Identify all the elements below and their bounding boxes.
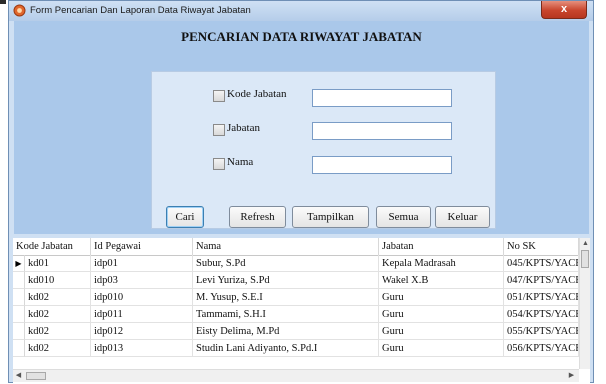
cell-nama[interactable]: M. Yusup, S.E.I [193, 289, 379, 306]
app-icon [13, 4, 26, 17]
column-header-jabatan[interactable]: Jabatan [379, 238, 504, 255]
cell-jabatan[interactable]: Guru [379, 289, 504, 306]
cell-nama[interactable]: Tammami, S.H.I [193, 306, 379, 323]
column-header-no-sk[interactable]: No SK [504, 238, 579, 255]
results-grid: Kode Jabatan Id Pegawai Nama Jabatan No … [13, 238, 590, 384]
horizontal-scrollbar[interactable]: ◀ ▶ [13, 369, 579, 382]
cell-nama[interactable]: Studin Lani Adiyanto, S.Pd.I [193, 340, 379, 357]
title-bar: Form Pencarian Dan Laporan Data Riwayat … [9, 1, 593, 21]
kode-jabatan-input[interactable] [312, 89, 452, 107]
table-row[interactable]: kd02 idp012 Eisty Delima, M.Pd Guru 055/KPTS… [13, 323, 579, 340]
kode-jabatan-label: Kode Jabatan [227, 88, 287, 100]
cell-no-sk[interactable]: 054/KPTS/YACB [504, 306, 579, 323]
row-header[interactable] [13, 323, 25, 340]
cell-jabatan[interactable]: Guru [379, 306, 504, 323]
vertical-scroll-thumb[interactable] [581, 250, 589, 268]
horizontal-scroll-thumb[interactable] [26, 372, 46, 380]
row-header[interactable] [13, 306, 25, 323]
table-row[interactable]: kd02 idp010 M. Yusup, S.E.I Guru 051/KPTS/YA… [13, 289, 579, 306]
cell-kode-jabatan[interactable]: kd02 [25, 289, 91, 306]
table-row[interactable]: kd01 idp01 Subur, S.Pd Kepala Madrasah 045/K… [13, 255, 579, 272]
cell-nama[interactable]: Subur, S.Pd [193, 255, 379, 272]
scroll-up-icon[interactable]: ▲ [580, 239, 590, 247]
page-title: PENCARIAN DATA RIWAYAT JABATAN [181, 29, 422, 44]
cell-id-pegawai[interactable]: idp012 [91, 323, 193, 340]
table-row[interactable]: kd010 idp03 Levi Yuriza, S.Pd Wakel X.B 047/… [13, 272, 579, 289]
semua-button[interactable]: Semua [376, 206, 431, 228]
cell-id-pegawai[interactable]: idp010 [91, 289, 193, 306]
cell-id-pegawai[interactable]: idp011 [91, 306, 193, 323]
cell-jabatan[interactable]: Guru [379, 323, 504, 340]
cell-jabatan[interactable]: Kepala Madrasah [379, 255, 504, 272]
cell-nama[interactable]: Levi Yuriza, S.Pd [193, 272, 379, 289]
cell-kode-jabatan[interactable]: kd01 [25, 255, 91, 272]
form-window: Form Pencarian Dan Laporan Data Riwayat … [8, 0, 594, 384]
scroll-right-icon[interactable]: ▶ [567, 371, 576, 379]
grid-header: Kode Jabatan Id Pegawai Nama Jabatan No … [13, 238, 590, 256]
cell-jabatan[interactable]: Guru [379, 340, 504, 357]
kode-jabatan-checkbox[interactable] [213, 90, 225, 102]
cell-no-sk[interactable]: 047/KPTS/YACB [504, 272, 579, 289]
screen-edge-artifact [0, 0, 6, 4]
cell-id-pegawai[interactable]: idp01 [91, 255, 193, 272]
cell-no-sk[interactable]: 045/KPTS/YACB [504, 255, 579, 272]
cell-kode-jabatan[interactable]: kd02 [25, 306, 91, 323]
vertical-scrollbar[interactable]: ▲ [579, 238, 590, 369]
nama-input[interactable] [312, 156, 452, 174]
search-criteria-panel: Kode Jabatan Jabatan Nama Cari Refresh T… [151, 71, 496, 229]
scroll-left-icon[interactable]: ◀ [14, 371, 23, 379]
table-row[interactable]: kd02 idp013 Studin Lani Adiyanto, S.Pd.I Gu… [13, 340, 579, 357]
cell-no-sk[interactable]: 055/KPTS/YACB [504, 323, 579, 340]
column-header-kode-jabatan[interactable]: Kode Jabatan [13, 238, 91, 255]
nama-label: Nama [227, 156, 254, 168]
jabatan-input[interactable] [312, 122, 452, 140]
refresh-button[interactable]: Refresh [229, 206, 286, 228]
column-header-id-pegawai[interactable]: Id Pegawai [91, 238, 193, 255]
keluar-button[interactable]: Keluar [435, 206, 490, 228]
row-header[interactable] [13, 272, 25, 289]
cell-jabatan[interactable]: Wakel X.B [379, 272, 504, 289]
cell-kode-jabatan[interactable]: kd010 [25, 272, 91, 289]
current-row-indicator-icon[interactable]: ▶ [13, 255, 25, 272]
window-title: Form Pencarian Dan Laporan Data Riwayat … [30, 5, 251, 16]
row-header[interactable] [13, 289, 25, 306]
row-header[interactable] [13, 340, 25, 357]
table-row[interactable]: kd02 idp011 Tammami, S.H.I Guru 054/KPTS/YAC… [13, 306, 579, 323]
cell-nama[interactable]: Eisty Delima, M.Pd [193, 323, 379, 340]
cell-no-sk[interactable]: 051/KPTS/YACB [504, 289, 579, 306]
tampilkan-button[interactable]: Tampilkan [292, 206, 369, 228]
close-button[interactable]: x [541, 1, 587, 19]
nama-checkbox[interactable] [213, 158, 225, 170]
column-header-nama[interactable]: Nama [193, 238, 379, 255]
cell-no-sk[interactable]: 056/KPTS/YACB [504, 340, 579, 357]
cell-id-pegawai[interactable]: idp03 [91, 272, 193, 289]
search-area: PENCARIAN DATA RIWAYAT JABATAN Kode Jaba… [14, 21, 589, 234]
jabatan-checkbox[interactable] [213, 124, 225, 136]
cell-kode-jabatan[interactable]: kd02 [25, 340, 91, 357]
cell-id-pegawai[interactable]: idp013 [91, 340, 193, 357]
jabatan-label: Jabatan [227, 122, 260, 134]
cell-kode-jabatan[interactable]: kd02 [25, 323, 91, 340]
cari-button[interactable]: Cari [166, 206, 204, 228]
